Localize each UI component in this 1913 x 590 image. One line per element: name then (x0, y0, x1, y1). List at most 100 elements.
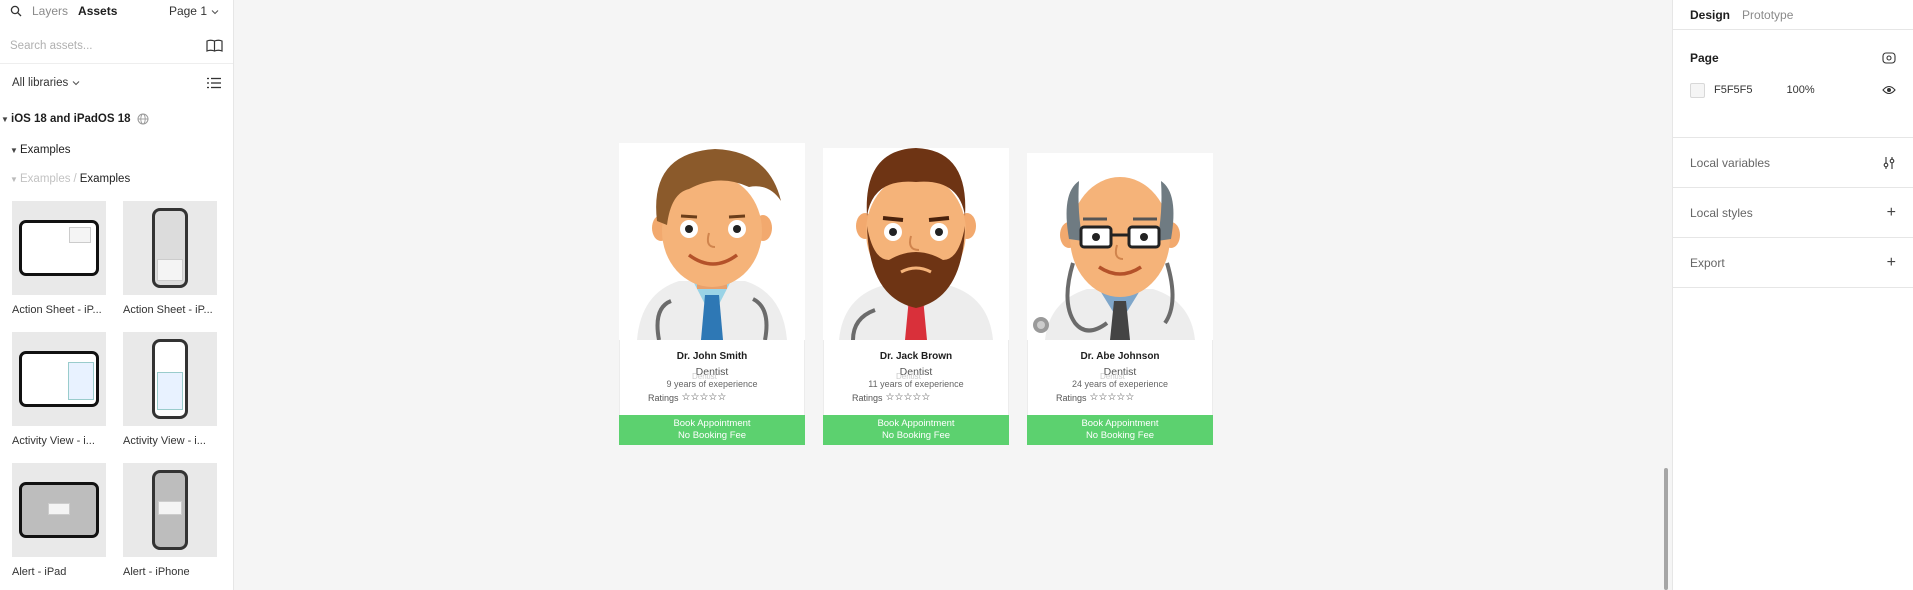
globe-icon (137, 113, 149, 125)
library-row[interactable]: ▼ iOS 18 and iPadOS 18 (0, 102, 233, 136)
list-view-icon[interactable] (207, 77, 221, 89)
page-color-row: F5F5F5 100% (1690, 80, 1896, 100)
book-appointment-button[interactable]: Book Appointment No Booking Fee (823, 415, 1009, 445)
eye-icon[interactable] (1882, 85, 1896, 95)
caret-down-icon: ▼ (1, 114, 9, 124)
page-color-value[interactable]: F5F5F5 (1714, 84, 1753, 96)
breadcrumb[interactable]: ▼ Examples / Examples (0, 164, 233, 194)
tab-prototype[interactable]: Prototype (1742, 8, 1793, 22)
asset-tile[interactable]: Action Sheet - iP... (123, 201, 217, 332)
tab-layers[interactable]: Layers (32, 4, 68, 18)
local-styles-section: Local styles + (1673, 188, 1913, 238)
plus-icon[interactable]: + (1887, 204, 1896, 222)
asset-tile[interactable]: Activity View - i... (123, 332, 217, 463)
section-label: Examples (20, 144, 71, 156)
color-swatch[interactable] (1690, 82, 1705, 98)
design-canvas[interactable]: Dr. John Smith Dentist Dentist 9 years o… (235, 0, 1672, 590)
asset-tile[interactable]: Alert - iPhone (123, 463, 217, 590)
asset-tile[interactable]: Alert - iPad (12, 463, 106, 590)
ratings-label: Ratings (852, 392, 883, 403)
ratings-row: Ratings ☆☆☆☆☆ (1028, 392, 1212, 403)
book-appointment-button[interactable]: Book Appointment No Booking Fee (1027, 415, 1213, 445)
ratings-label: Ratings (1056, 392, 1087, 403)
properties-panel: Design Prototype Page F5F5F5 100% Local … (1672, 0, 1913, 590)
asset-thumbnail (12, 463, 106, 557)
star-rating-icon[interactable]: ☆☆☆☆☆ (682, 392, 727, 403)
star-rating-icon[interactable]: ☆☆☆☆☆ (886, 392, 931, 403)
page-selector[interactable]: Page 1 (169, 4, 219, 18)
assets-panel: Layers Assets Page 1 Search assets... Al… (0, 0, 234, 590)
doctor-info: Dr. Abe Johnson Dentist Dentist 24 years… (1027, 340, 1213, 415)
properties-tabs: Design Prototype (1673, 0, 1913, 30)
doctor-avatar (823, 148, 1009, 340)
star-rating-icon[interactable]: ☆☆☆☆☆ (1090, 392, 1135, 403)
doctor-info: Dr. John Smith Dentist Dentist 9 years o… (619, 340, 805, 415)
fee-label: No Booking Fee (677, 430, 747, 441)
local-variables-header[interactable]: Local variables (1690, 138, 1896, 187)
asset-thumbnail (123, 201, 217, 295)
ghost-text: Dentist (692, 372, 717, 381)
local-variables-title: Local variables (1690, 155, 1771, 170)
caret-down-icon: ▼ (10, 145, 18, 155)
doctor-info: Dr. Jack Brown Dentist Dentist 11 years … (823, 340, 1009, 415)
fee-label: No Booking Fee (881, 430, 951, 441)
export-header[interactable]: Export + (1690, 238, 1896, 287)
doctor-name: Dr. Abe Johnson (1080, 351, 1160, 362)
ratings-label: Ratings (648, 392, 679, 403)
asset-label: Activity View - i... (123, 435, 206, 447)
canvas-scrollbar[interactable] (1664, 468, 1668, 590)
doctor-card[interactable]: Dr. Jack Brown Dentist Dentist 11 years … (823, 148, 1009, 445)
ghost-text: Dentist (896, 372, 921, 381)
breadcrumb-current: Examples (79, 173, 131, 185)
variables-icon[interactable] (1882, 156, 1896, 170)
doctor-name: Dr. Jack Brown (879, 351, 953, 362)
doctor-avatar (619, 143, 805, 340)
doctor-card[interactable]: Dr. John Smith Dentist Dentist 9 years o… (619, 143, 805, 445)
page-section: Page F5F5F5 100% (1673, 30, 1913, 138)
tab-design[interactable]: Design (1690, 8, 1730, 22)
plus-icon[interactable]: + (1887, 254, 1896, 272)
doctor-name: Dr. John Smith (676, 351, 748, 362)
fee-label: No Booking Fee (1085, 430, 1155, 441)
asset-label: Alert - iPad (12, 566, 67, 578)
search-icon[interactable] (10, 5, 22, 17)
page-section-header: Page (1690, 30, 1896, 80)
book-icon[interactable] (206, 39, 223, 52)
asset-tile[interactable]: Action Sheet - iP... (12, 201, 106, 332)
search-assets-input[interactable]: Search assets... (10, 40, 206, 52)
book-label: Book Appointment (877, 418, 955, 429)
page-section-title: Page (1690, 51, 1719, 65)
asset-grid: Action Sheet - iP... Action Sheet - iP..… (0, 194, 233, 590)
asset-label: Activity View - i... (12, 435, 95, 447)
asset-thumbnail (123, 463, 217, 557)
asset-label: Action Sheet - iP... (123, 304, 213, 316)
local-styles-header[interactable]: Local styles + (1690, 188, 1896, 237)
page-opacity-value[interactable]: 100% (1787, 84, 1815, 96)
tab-assets[interactable]: Assets (78, 4, 117, 18)
ratings-row: Ratings ☆☆☆☆☆ (620, 392, 804, 403)
local-styles-title: Local styles (1690, 205, 1753, 220)
local-variables-section: Local variables (1673, 138, 1913, 188)
libraries-filter[interactable]: All libraries (12, 77, 207, 89)
breadcrumb-parent: Examples (20, 173, 71, 185)
asset-label: Action Sheet - iP... (12, 304, 102, 316)
asset-thumbnail (12, 201, 106, 295)
caret-down-icon: ▼ (10, 174, 18, 184)
export-title: Export (1690, 255, 1725, 270)
hide-show-icon[interactable] (1882, 52, 1896, 64)
doctor-card[interactable]: Dr. Abe Johnson Dentist Dentist 24 years… (1027, 153, 1213, 445)
chevron-down-icon (211, 4, 219, 18)
page-selector-label: Page 1 (168, 4, 207, 18)
section-examples[interactable]: ▼ Examples (0, 136, 233, 164)
ghost-text: Dentist (1100, 372, 1125, 381)
breadcrumb-separator: / (73, 173, 77, 185)
libraries-row: All libraries (0, 64, 233, 102)
asset-search[interactable]: Search assets... (0, 28, 233, 64)
asset-tile[interactable]: Activity View - i... (12, 332, 106, 463)
book-label: Book Appointment (1081, 418, 1159, 429)
doctor-avatar (1027, 153, 1213, 340)
asset-thumbnail (12, 332, 106, 426)
book-appointment-button[interactable]: Book Appointment No Booking Fee (619, 415, 805, 445)
book-label: Book Appointment (673, 418, 751, 429)
export-section: Export + (1673, 238, 1913, 288)
